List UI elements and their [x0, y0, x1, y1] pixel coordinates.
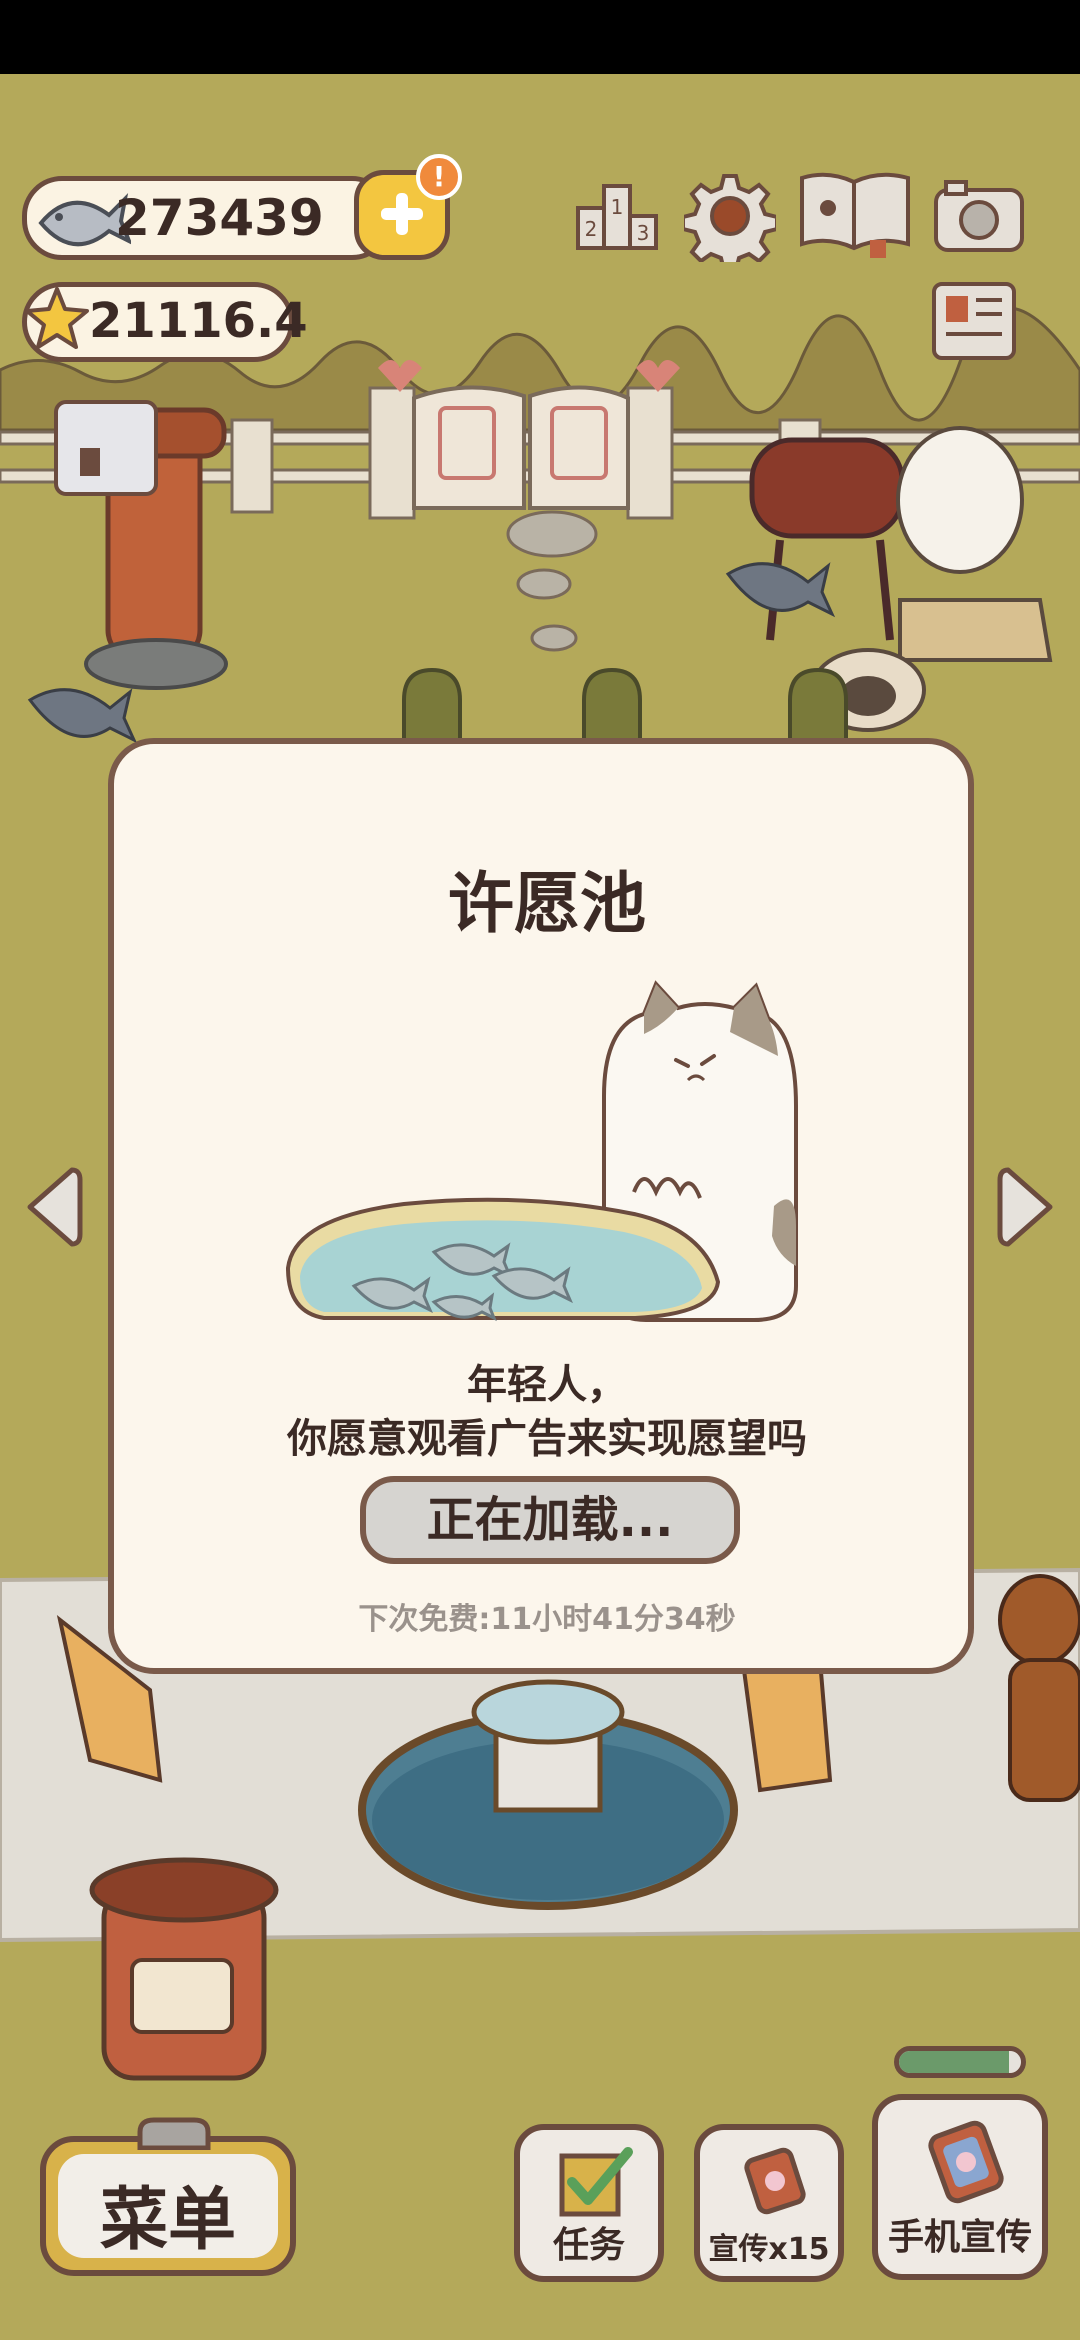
- next-free-timer: 下次免费:11小时41分34秒: [358, 1602, 736, 1637]
- watch-ad-loading-button[interactable]: 正在加载...: [360, 1476, 740, 1564]
- promo-progress-fill: [899, 2051, 1009, 2073]
- svg-text:2: 2: [585, 217, 598, 241]
- phone-promote-label: 手机宣传: [887, 2217, 1032, 2258]
- loading-button-label: 正在加载...: [426, 1492, 674, 1548]
- svg-text:3: 3: [637, 221, 650, 245]
- tasks-label: 任务: [552, 2225, 625, 2266]
- catalog-book-icon[interactable]: [796, 168, 914, 260]
- cat-fish-pond-illustration: [285, 980, 798, 1322]
- promo-progress-bar: [894, 2046, 1026, 2078]
- settings-gear-icon[interactable]: [684, 170, 776, 262]
- camera-icon[interactable]: [932, 176, 1026, 256]
- ranking-icon[interactable]: 2 1 3: [572, 172, 662, 258]
- tasks-button[interactable]: 任务: [514, 2124, 664, 2282]
- dialog-message-line2: 你愿意观看广告来实现愿望吗: [287, 1416, 807, 1462]
- promote-button[interactable]: 宣传x15: [694, 2124, 844, 2282]
- menu-label: 菜单: [99, 2181, 236, 2260]
- previous-arrow-button[interactable]: [22, 1164, 84, 1250]
- phone-promo-icon: [928, 2120, 1004, 2204]
- fish-count: 273439: [115, 189, 324, 247]
- menu-button[interactable]: 菜单: [40, 2117, 296, 2276]
- fish-currency-pill: 273439: [22, 176, 392, 260]
- plus-icon: [381, 193, 423, 235]
- newspaper-icon[interactable]: [926, 276, 1022, 366]
- clipboard-clip-icon: [137, 2117, 211, 2150]
- svg-text:1: 1: [611, 195, 624, 219]
- next-arrow-button[interactable]: [996, 1164, 1058, 1250]
- phone-promote-button[interactable]: 手机宣传: [872, 2094, 1048, 2280]
- star-icon: [25, 287, 89, 349]
- promote-label: 宣传x15: [708, 2232, 830, 2267]
- wishing-well-dialog: 许愿池 年轻人， 你愿意观看广告来实现愿望吗 正在加载... 下次免费:11小时…: [108, 738, 974, 1674]
- checklist-icon: [559, 2147, 633, 2217]
- dialog-message-line1: 年轻人，: [467, 1362, 627, 1408]
- promo-poster-icon: [744, 2147, 806, 2215]
- dialog-title: 许愿池: [448, 865, 646, 942]
- notification-badge: !: [416, 154, 462, 200]
- status-bar: [0, 0, 1080, 74]
- star-count: 21116.4: [89, 293, 308, 349]
- star-currency-pill: 21116.4: [22, 282, 308, 362]
